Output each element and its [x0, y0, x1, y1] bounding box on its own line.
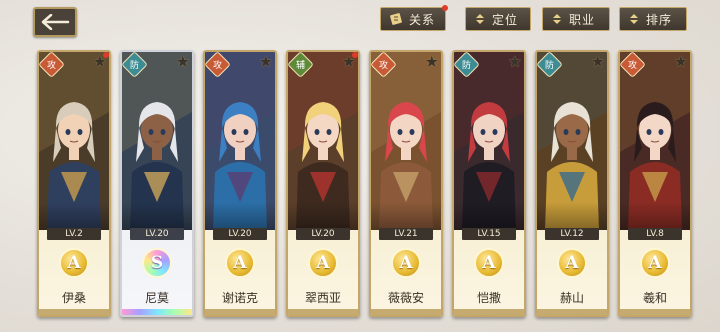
character-card[interactable]: 攻 ★ LV.2 A 伊桑	[37, 50, 111, 317]
relations-button[interactable]: 关系	[380, 7, 446, 31]
role-label: 攻	[627, 60, 638, 71]
character-portrait	[620, 52, 690, 230]
card-bottom-strip	[454, 309, 524, 315]
rank-badge: A	[474, 248, 504, 278]
character-name: 伊桑	[61, 291, 86, 305]
sort-arrows-icon	[476, 14, 484, 24]
character-name: 薇薇安	[387, 291, 424, 305]
class-label: 职业	[569, 12, 596, 27]
character-card[interactable]: 防 ★ LV.12 A 赫山	[535, 50, 609, 317]
rank-badge: S	[142, 248, 172, 278]
role-label: 攻	[378, 60, 389, 71]
level-label: LV.15	[462, 228, 516, 240]
character-name: 恺撒	[476, 291, 501, 305]
star-icon: ★	[175, 54, 190, 71]
class-filter-button[interactable]: 职业	[542, 7, 610, 31]
character-portrait	[454, 52, 524, 230]
character-portrait	[205, 52, 275, 230]
card-bottom-strip	[288, 309, 358, 315]
character-portrait	[39, 52, 109, 230]
character-card[interactable]: 攻 ★ LV.8 A 羲和	[618, 50, 692, 317]
character-card[interactable]: 防 ★ LV.20 S 尼莫	[120, 50, 194, 317]
character-name: 赫山	[559, 291, 584, 305]
sort-arrows-icon	[630, 14, 638, 24]
character-card[interactable]: 防 ★ LV.15 A 恺撒	[452, 50, 526, 317]
character-card[interactable]: 攻 ★ LV.21 A 薇薇安	[369, 50, 443, 317]
level-label: LV.2	[47, 228, 101, 240]
role-label: 攻	[212, 60, 223, 71]
rank-badge: A	[640, 248, 670, 278]
star-icon: ★	[424, 54, 439, 71]
card-bottom-strip	[537, 309, 607, 315]
character-card[interactable]: 攻 ★ LV.20 A 谢诺克	[203, 50, 277, 317]
level-label: LV.20	[130, 228, 184, 240]
back-button[interactable]	[33, 7, 77, 37]
position-label: 定位	[492, 12, 519, 27]
sort-label: 排序	[646, 12, 673, 27]
relations-label: 关系	[409, 12, 436, 27]
character-name: 尼莫	[144, 291, 169, 305]
character-name: 谢诺克	[221, 291, 258, 305]
card-bottom-strip	[371, 309, 441, 315]
rank-badge: A	[225, 248, 255, 278]
rank-badge: A	[557, 248, 587, 278]
sort-button[interactable]: 排序	[619, 7, 687, 31]
level-label: LV.20	[296, 228, 350, 240]
card-bottom-strip	[122, 309, 192, 315]
level-label: LV.21	[379, 228, 433, 240]
position-filter-button[interactable]: 定位	[465, 7, 531, 31]
role-label: 防	[544, 60, 555, 71]
character-portrait	[122, 52, 192, 230]
level-label: LV.12	[545, 228, 599, 240]
arrow-left-icon	[41, 14, 70, 30]
notification-dot	[352, 52, 358, 58]
role-label: 辅	[295, 60, 306, 71]
rank-badge: A	[59, 248, 89, 278]
ticket-icon	[390, 13, 402, 25]
character-card[interactable]: 辅 ★ LV.20 A 翠西亚	[286, 50, 360, 317]
character-portrait	[537, 52, 607, 230]
star-icon: ★	[590, 54, 605, 71]
star-icon: ★	[507, 54, 522, 71]
card-bottom-strip	[39, 309, 109, 315]
level-label: LV.8	[628, 228, 682, 240]
star-icon: ★	[673, 54, 688, 71]
notification-dot	[442, 5, 448, 11]
character-name: 翠西亚	[304, 291, 341, 305]
character-portrait	[371, 52, 441, 230]
card-bottom-strip	[620, 309, 690, 315]
role-label: 攻	[46, 60, 57, 71]
role-label: 防	[461, 60, 472, 71]
card-bottom-strip	[205, 309, 275, 315]
rank-badge: A	[391, 248, 421, 278]
level-label: LV.20	[213, 228, 267, 240]
character-name: 羲和	[642, 291, 667, 305]
sort-arrows-icon	[553, 14, 561, 24]
character-portrait	[288, 52, 358, 230]
rank-badge: A	[308, 248, 338, 278]
notification-dot	[103, 52, 109, 58]
role-label: 防	[129, 60, 140, 71]
star-icon: ★	[258, 54, 273, 71]
